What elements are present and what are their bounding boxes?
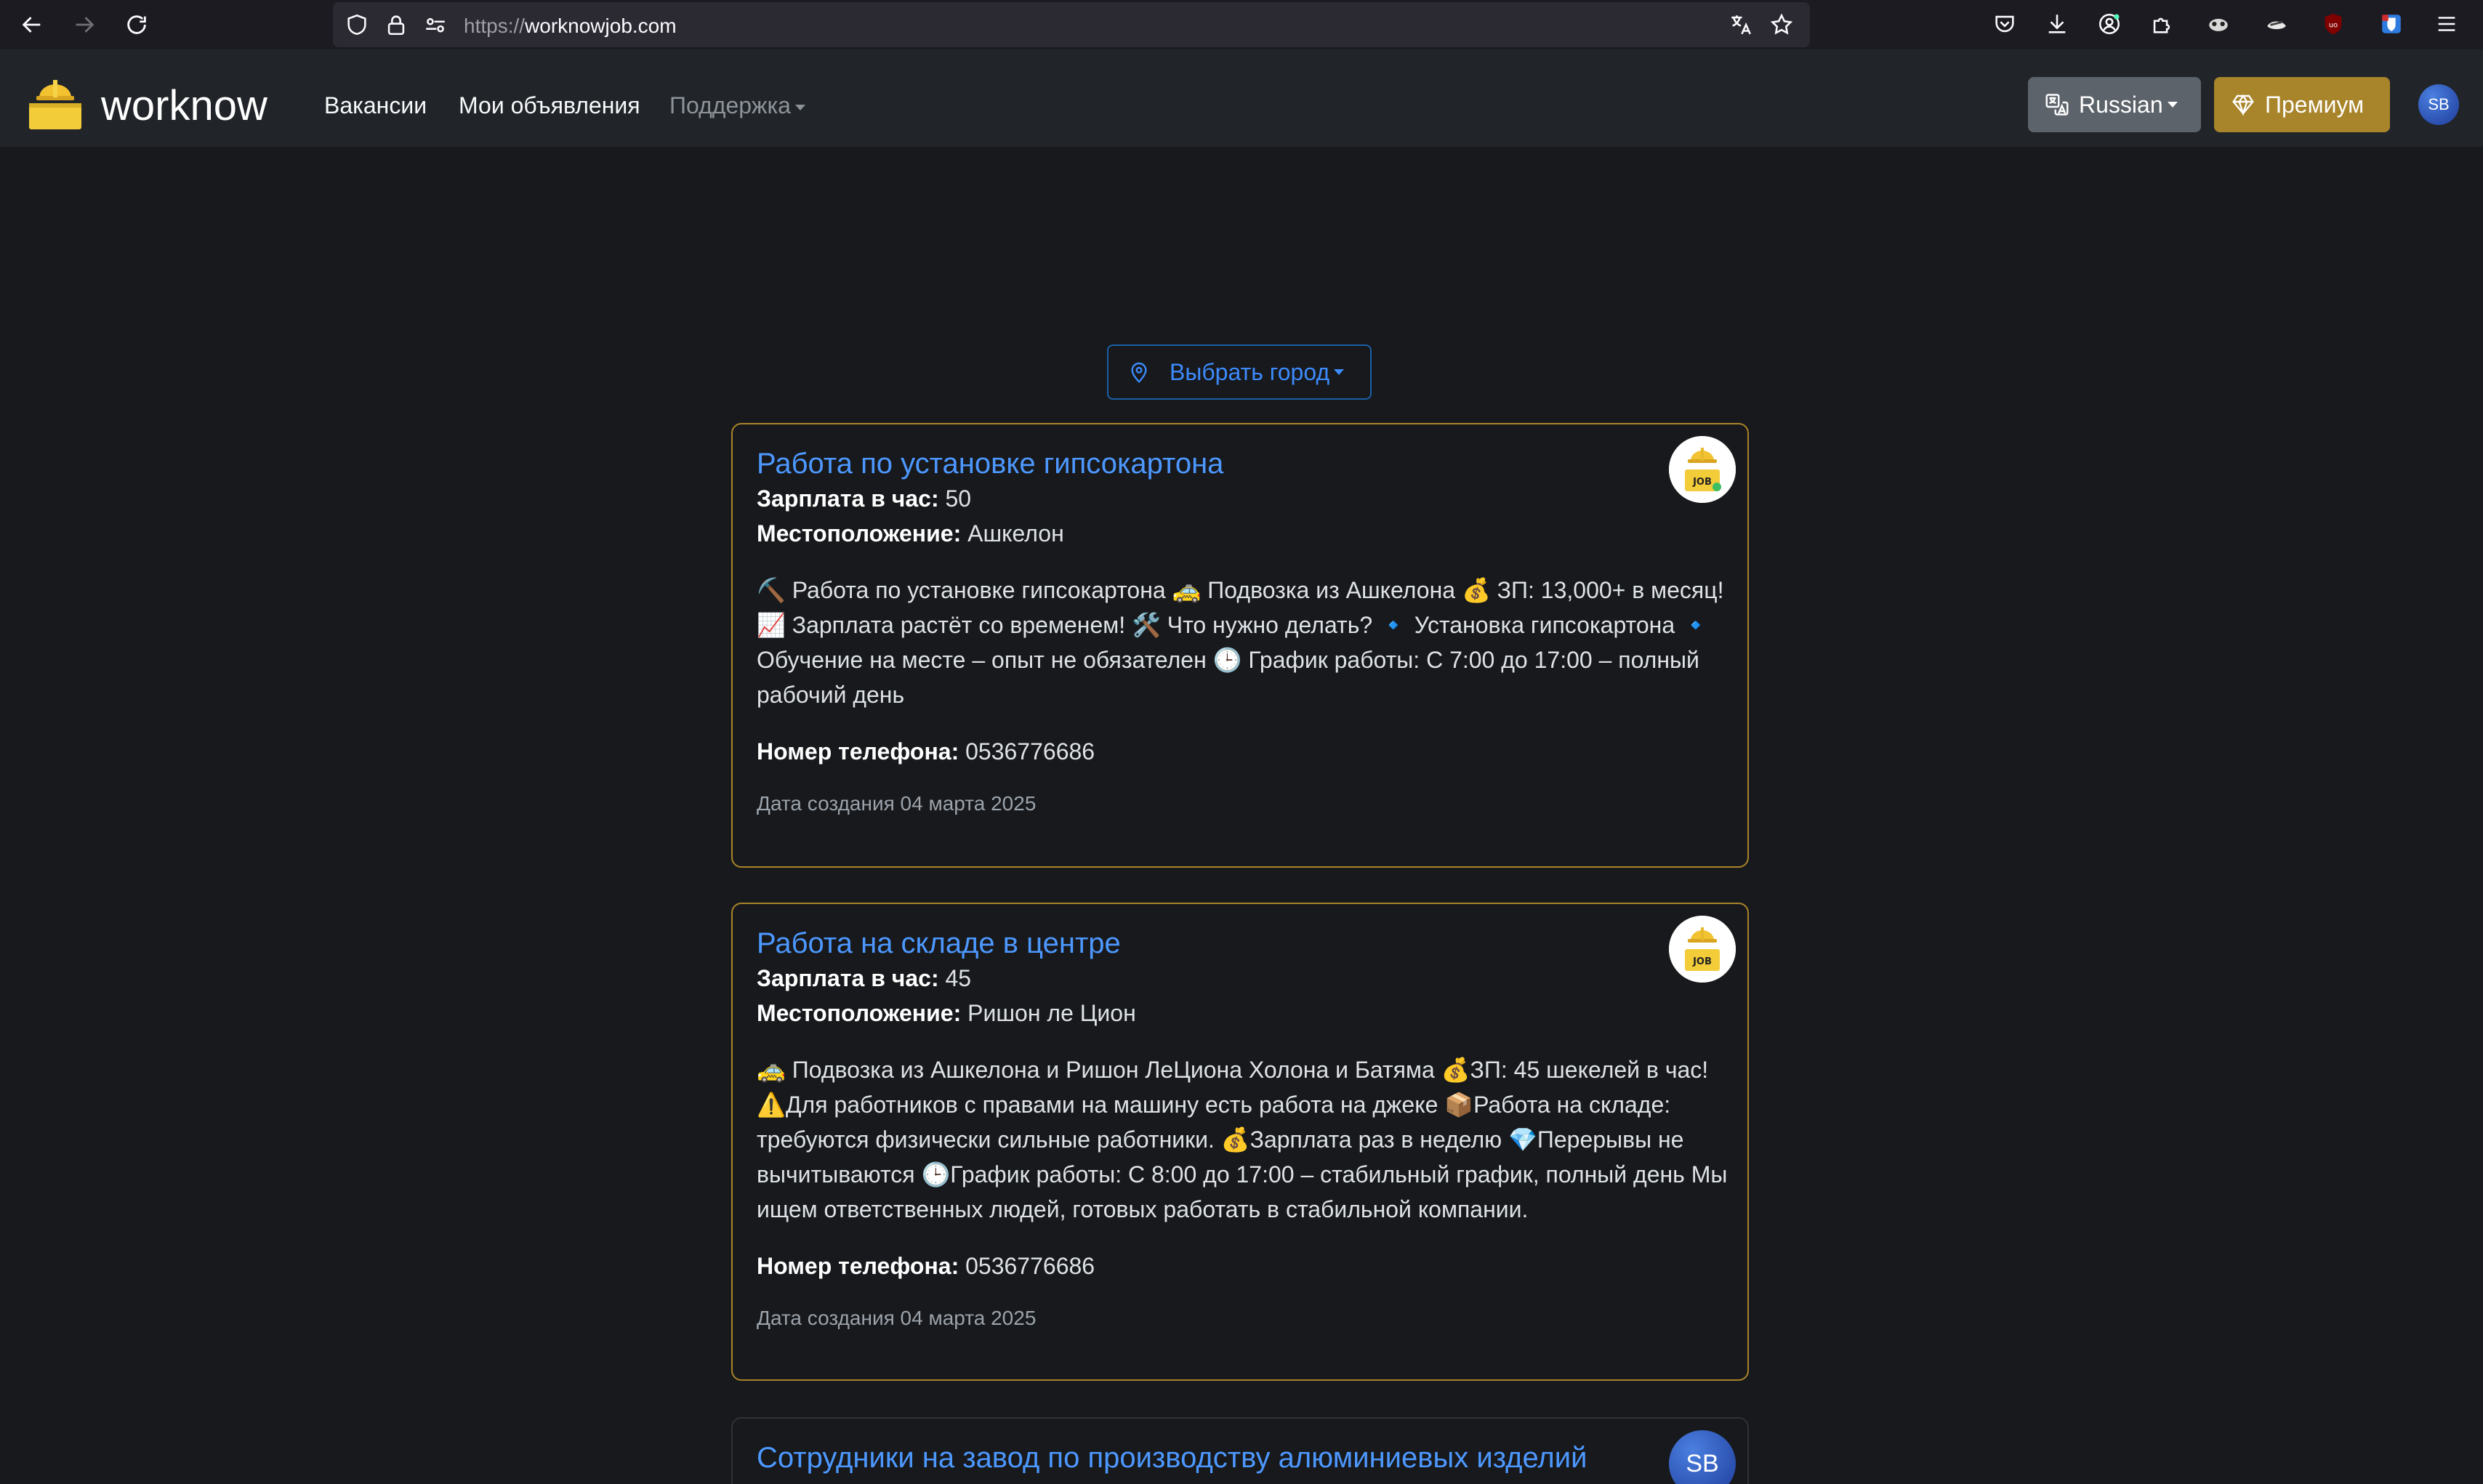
premium-label: Премиум (2265, 91, 2365, 118)
job-created-date: Дата создания 04 марта 2025 (757, 1307, 1037, 1329)
job-card[interactable]: JOB Работа на складе в центре Зарплата в… (731, 903, 1749, 1381)
job-location: Местоположение: Ашкелон (757, 516, 1724, 551)
job-description: ⛏️ Работа по установке гипсокартона 🚕 По… (757, 577, 1724, 708)
menu-icon[interactable] (2434, 11, 2460, 37)
back-arrow-icon (22, 17, 41, 33)
reload-button[interactable] (119, 7, 154, 42)
bookmark-star-icon[interactable] (1769, 12, 1794, 37)
url-scheme: https:// (464, 15, 526, 37)
caret-down-icon (1334, 369, 1345, 375)
url-text[interactable]: https://worknowjob.com (464, 15, 677, 38)
privacy-badger-icon[interactable] (2205, 11, 2232, 37)
job-company-logo-icon: JOB (1669, 436, 1736, 503)
nav-support-label: Поддержка (669, 92, 791, 118)
worknow-logo-icon[interactable] (25, 70, 86, 131)
job-card[interactable]: SB Сотрудники на завод по производству а… (731, 1417, 1749, 1484)
premium-button[interactable]: Премиум (2214, 77, 2390, 132)
bitwarden-icon[interactable] (2378, 11, 2404, 37)
location-value: Ашкелон (967, 520, 1064, 547)
gem-icon (2232, 94, 2254, 116)
job-phone: Номер телефона: 0536776686 (757, 1249, 1724, 1283)
job-poster-avatar: SB (1669, 1430, 1736, 1484)
nav-dropdown-support[interactable]: Поддержка (669, 92, 805, 119)
caret-down-icon (2167, 102, 2178, 108)
svg-text:JOB: JOB (1692, 477, 1712, 488)
caret-down-icon (794, 104, 805, 110)
nav-link-vacancies[interactable]: Вакансии (324, 92, 427, 119)
job-title[interactable]: Работа по установке гипсокартона (757, 446, 1724, 481)
reload-icon (127, 15, 146, 34)
phone-value[interactable]: 0536776686 (965, 738, 1095, 765)
phone-label: Номер телефона: (757, 738, 959, 765)
job-company-logo-icon: JOB (1669, 916, 1736, 983)
site-permissions-icon[interactable] (423, 12, 448, 37)
svg-text:uo: uo (2329, 21, 2338, 29)
account-icon[interactable] (2096, 11, 2122, 37)
job-title[interactable]: Сотрудники на завод по производству алюм… (757, 1440, 1724, 1475)
pocket-icon[interactable] (1992, 11, 2018, 37)
phone-value[interactable]: 0536776686 (965, 1253, 1095, 1279)
lock-icon[interactable] (384, 12, 409, 37)
city-select-button[interactable]: Выбрать город (1107, 344, 1372, 400)
language-label: Russian (2079, 91, 2163, 118)
forward-arrow-icon (76, 17, 94, 33)
tampermonkey-icon[interactable] (2263, 11, 2290, 37)
job-title[interactable]: Работа на складе в центре (757, 926, 1724, 961)
job-location: Местоположение: Ришон ле Цион (757, 996, 1724, 1031)
brand-name[interactable]: worknow (101, 81, 267, 130)
user-avatar[interactable]: SB (2418, 84, 2459, 125)
salary-label: Зарплата в час: (757, 965, 939, 991)
back-button[interactable] (15, 7, 49, 42)
url-host: worknowjob.com (525, 15, 677, 37)
shield-icon[interactable] (345, 12, 369, 37)
job-card[interactable]: JOB Работа по установке гипсокартона Зар… (731, 423, 1749, 868)
job-description: 🚕 Подвозка из Ашкелона и Ришон ЛеЦиона Х… (757, 1057, 1728, 1222)
job-created-date: Дата создания 04 марта 2025 (757, 792, 1037, 815)
extensions-icon[interactable] (2149, 11, 2175, 37)
salary-label: Зарплата в час: (757, 485, 939, 512)
translate-icon (2045, 94, 2069, 116)
language-dropdown-button[interactable]: Russian (2028, 77, 2201, 132)
salary-value: 45 (945, 965, 972, 991)
phone-label: Номер телефона: (757, 1253, 959, 1279)
site-navbar: worknow Вакансии Мои объявления Поддержк… (0, 49, 2483, 147)
map-pin-icon (1131, 362, 1147, 384)
salary-value: 50 (945, 485, 972, 512)
location-label: Местоположение: (757, 1000, 962, 1026)
city-select-label: Выбрать город (1170, 358, 1330, 385)
svg-text:JOB: JOB (1692, 956, 1712, 967)
location-value: Ришон ле Цион (967, 1000, 1136, 1026)
address-bar[interactable]: https://worknowjob.com (333, 2, 1810, 47)
job-salary: Зарплата в час: 45 (757, 961, 1724, 996)
downloads-icon[interactable] (2044, 11, 2070, 37)
browser-toolbar: https://worknowjob.com uo (0, 0, 2483, 49)
nav-link-my-ads[interactable]: Мои объявления (459, 92, 640, 119)
translate-icon[interactable] (1729, 12, 1753, 37)
job-salary: Зарплата в час: 50 (757, 481, 1724, 516)
ublock-origin-icon[interactable]: uo (2320, 11, 2346, 37)
job-phone: Номер телефона: 0536776686 (757, 734, 1724, 769)
location-label: Местоположение: (757, 520, 962, 547)
forward-button[interactable] (67, 7, 102, 42)
